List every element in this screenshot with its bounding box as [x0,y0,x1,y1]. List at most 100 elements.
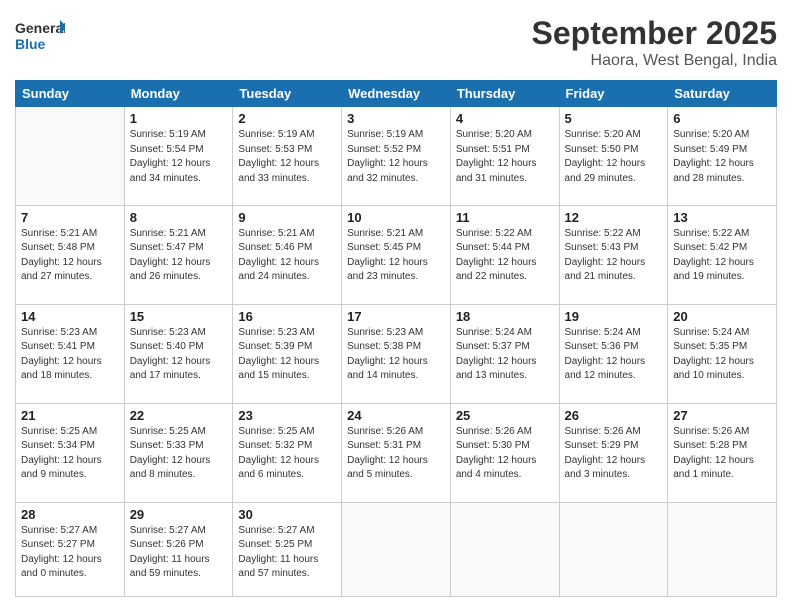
calendar-cell [559,502,668,596]
calendar-cell: 14 Sunrise: 5:23 AM Sunset: 5:41 PM Dayli… [16,304,125,403]
day-number: 20 [673,309,771,324]
calendar-table: SundayMondayTuesdayWednesdayThursdayFrid… [15,80,777,597]
day-info: Sunrise: 5:19 AM Sunset: 5:53 PM Dayligh… [238,128,336,186]
day-number: 24 [347,408,445,423]
calendar-cell: 20 Sunrise: 5:24 AM Sunset: 5:35 PM Dayli… [668,304,777,403]
logo: General Blue [15,15,65,55]
logo-svg: General Blue [15,15,65,55]
day-info: Sunrise: 5:24 AM Sunset: 5:37 PM Dayligh… [456,326,554,384]
calendar-day-header: Wednesday [342,81,451,107]
day-number: 21 [21,408,119,423]
header: General Blue September 2025 Haora, West … [15,15,777,70]
calendar-cell: 30 Sunrise: 5:27 AM Sunset: 5:25 PM Dayli… [233,502,342,596]
day-info: Sunrise: 5:25 AM Sunset: 5:33 PM Dayligh… [130,425,228,483]
day-number: 6 [673,111,771,126]
day-info: Sunrise: 5:22 AM Sunset: 5:43 PM Dayligh… [565,227,663,285]
day-number: 9 [238,210,336,225]
day-info: Sunrise: 5:22 AM Sunset: 5:44 PM Dayligh… [456,227,554,285]
calendar-cell: 16 Sunrise: 5:23 AM Sunset: 5:39 PM Dayli… [233,304,342,403]
day-number: 23 [238,408,336,423]
calendar-week-row: 21Sunrise: 5:25 AM Sunset: 5:34 PM Dayli… [16,403,777,502]
day-number: 27 [673,408,771,423]
day-info: Sunrise: 5:23 AM Sunset: 5:38 PM Dayligh… [347,326,445,384]
day-info: Sunrise: 5:24 AM Sunset: 5:36 PM Dayligh… [565,326,663,384]
calendar-cell [450,502,559,596]
day-info: Sunrise: 5:27 AM Sunset: 5:26 PM Dayligh… [130,524,228,582]
day-number: 4 [456,111,554,126]
calendar-cell: 27 Sunrise: 5:26 AM Sunset: 5:28 PM Dayli… [668,403,777,502]
day-info: Sunrise: 5:27 AM Sunset: 5:25 PM Dayligh… [238,524,336,582]
calendar-cell: 5Sunrise: 5:20 AM Sunset: 5:50 PM Daylig… [559,107,668,206]
calendar-cell: 15Sunrise: 5:23 AM Sunset: 5:40 PM Dayli… [124,304,233,403]
day-info: Sunrise: 5:24 AM Sunset: 5:35 PM Dayligh… [673,326,771,384]
day-number: 17 [347,309,445,324]
day-number: 11 [456,210,554,225]
day-number: 10 [347,210,445,225]
day-number: 25 [456,408,554,423]
day-number: 26 [565,408,663,423]
calendar-cell [16,107,125,206]
day-number: 1 [130,111,228,126]
day-info: Sunrise: 5:19 AM Sunset: 5:52 PM Dayligh… [347,128,445,186]
calendar-day-header: Tuesday [233,81,342,107]
day-info: Sunrise: 5:22 AM Sunset: 5:42 PM Dayligh… [673,227,771,285]
day-number: 28 [21,507,119,522]
calendar-cell: 17 Sunrise: 5:23 AM Sunset: 5:38 PM Dayli… [342,304,451,403]
calendar-cell: 3 Sunrise: 5:19 AM Sunset: 5:52 PM Daylig… [342,107,451,206]
day-number: 3 [347,111,445,126]
calendar-day-header: Monday [124,81,233,107]
calendar-cell: 13 Sunrise: 5:22 AM Sunset: 5:42 PM Dayli… [668,205,777,304]
calendar-cell: 11 Sunrise: 5:22 AM Sunset: 5:44 PM Dayli… [450,205,559,304]
day-info: Sunrise: 5:26 AM Sunset: 5:29 PM Dayligh… [565,425,663,483]
calendar-cell: 7 Sunrise: 5:21 AM Sunset: 5:48 PM Daylig… [16,205,125,304]
day-info: Sunrise: 5:21 AM Sunset: 5:48 PM Dayligh… [21,227,119,285]
page: General Blue September 2025 Haora, West … [0,0,792,612]
calendar-week-row: 1Sunrise: 5:19 AM Sunset: 5:54 PM Daylig… [16,107,777,206]
calendar-cell: 18Sunrise: 5:24 AM Sunset: 5:37 PM Dayli… [450,304,559,403]
calendar-cell: 6 Sunrise: 5:20 AM Sunset: 5:49 PM Daylig… [668,107,777,206]
location: Haora, West Bengal, India [532,52,777,70]
day-number: 16 [238,309,336,324]
day-info: Sunrise: 5:23 AM Sunset: 5:41 PM Dayligh… [21,326,119,384]
day-number: 29 [130,507,228,522]
calendar-cell [668,502,777,596]
day-info: Sunrise: 5:27 AM Sunset: 5:27 PM Dayligh… [21,524,119,582]
day-info: Sunrise: 5:26 AM Sunset: 5:30 PM Dayligh… [456,425,554,483]
calendar-cell: 26 Sunrise: 5:26 AM Sunset: 5:29 PM Dayli… [559,403,668,502]
day-info: Sunrise: 5:20 AM Sunset: 5:50 PM Dayligh… [565,128,663,186]
calendar-cell: 10 Sunrise: 5:21 AM Sunset: 5:45 PM Dayli… [342,205,451,304]
day-number: 12 [565,210,663,225]
calendar-cell: 23Sunrise: 5:25 AM Sunset: 5:32 PM Dayli… [233,403,342,502]
day-info: Sunrise: 5:23 AM Sunset: 5:40 PM Dayligh… [130,326,228,384]
calendar-cell: 9 Sunrise: 5:21 AM Sunset: 5:46 PM Daylig… [233,205,342,304]
calendar-cell: 8 Sunrise: 5:21 AM Sunset: 5:47 PM Daylig… [124,205,233,304]
day-info: Sunrise: 5:26 AM Sunset: 5:28 PM Dayligh… [673,425,771,483]
day-info: Sunrise: 5:21 AM Sunset: 5:46 PM Dayligh… [238,227,336,285]
svg-text:Blue: Blue [15,36,46,52]
month-title: September 2025 [532,15,777,52]
calendar-week-row: 7 Sunrise: 5:21 AM Sunset: 5:48 PM Daylig… [16,205,777,304]
day-number: 7 [21,210,119,225]
day-info: Sunrise: 5:23 AM Sunset: 5:39 PM Dayligh… [238,326,336,384]
svg-text:General: General [15,20,65,36]
day-info: Sunrise: 5:21 AM Sunset: 5:47 PM Dayligh… [130,227,228,285]
calendar-cell: 21Sunrise: 5:25 AM Sunset: 5:34 PM Dayli… [16,403,125,502]
calendar-day-header: Saturday [668,81,777,107]
calendar-cell: 2Sunrise: 5:19 AM Sunset: 5:53 PM Daylig… [233,107,342,206]
day-info: Sunrise: 5:21 AM Sunset: 5:45 PM Dayligh… [347,227,445,285]
day-info: Sunrise: 5:20 AM Sunset: 5:51 PM Dayligh… [456,128,554,186]
calendar-cell: 22Sunrise: 5:25 AM Sunset: 5:33 PM Dayli… [124,403,233,502]
calendar-cell: 29 Sunrise: 5:27 AM Sunset: 5:26 PM Dayli… [124,502,233,596]
calendar-cell: 4 Sunrise: 5:20 AM Sunset: 5:51 PM Daylig… [450,107,559,206]
calendar-header-row: SundayMondayTuesdayWednesdayThursdayFrid… [16,81,777,107]
day-number: 14 [21,309,119,324]
day-info: Sunrise: 5:20 AM Sunset: 5:49 PM Dayligh… [673,128,771,186]
day-number: 13 [673,210,771,225]
calendar-week-row: 14 Sunrise: 5:23 AM Sunset: 5:41 PM Dayli… [16,304,777,403]
calendar-cell: 19 Sunrise: 5:24 AM Sunset: 5:36 PM Dayli… [559,304,668,403]
day-info: Sunrise: 5:26 AM Sunset: 5:31 PM Dayligh… [347,425,445,483]
day-number: 8 [130,210,228,225]
calendar-day-header: Friday [559,81,668,107]
day-number: 19 [565,309,663,324]
day-number: 30 [238,507,336,522]
